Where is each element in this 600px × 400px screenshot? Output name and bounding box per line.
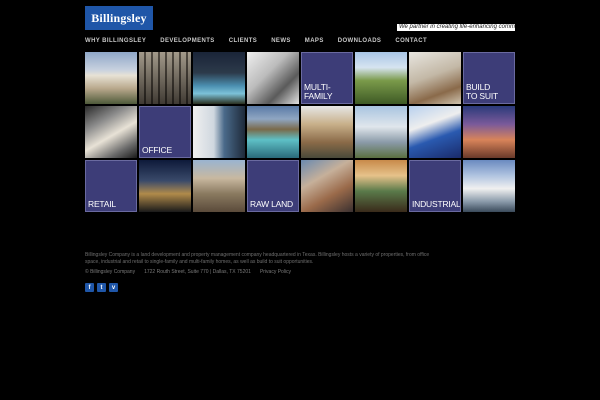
photo-tile-atrium[interactable] [355, 160, 407, 212]
photo-tile-city-night[interactable] [139, 160, 191, 212]
photo-tile-brick-building[interactable] [301, 106, 353, 158]
photo-tile-office-facade[interactable] [193, 106, 245, 158]
nav-contact[interactable]: CONTACT [395, 36, 427, 46]
photo-tile-blue-office[interactable] [409, 106, 461, 158]
photo-tile-residential-curve[interactable] [301, 160, 353, 212]
photo-tile-interior-stairs[interactable] [247, 52, 299, 104]
company-description: Billingsley Company is a land developmen… [85, 252, 430, 265]
category-label: RETAIL [88, 199, 116, 209]
photo-tile-stone-tower[interactable] [193, 160, 245, 212]
category-tile-office[interactable]: OFFICE [139, 106, 191, 158]
category-label: RAW LAND [250, 199, 293, 209]
photo-tile-highrise[interactable] [463, 160, 515, 212]
nav-maps[interactable]: MAPS [305, 36, 324, 46]
privacy-policy-link[interactable]: Privacy Policy [260, 269, 291, 275]
category-label: INDUSTRIAL [412, 199, 461, 209]
photo-tile-horse-sculpture[interactable] [463, 106, 515, 158]
tagline: We partner in creating life-enhancing co… [397, 24, 515, 31]
social-links: f t v [85, 283, 118, 292]
vimeo-icon[interactable]: v [109, 283, 118, 292]
main-nav: WHY BILLINGSLEY DEVELOPMENTS CLIENTS NEW… [85, 36, 515, 46]
photo-tile-park-trail[interactable] [355, 52, 407, 104]
nav-news[interactable]: NEWS [271, 36, 291, 46]
nav-developments[interactable]: DEVELOPMENTS [160, 36, 214, 46]
photo-tile-glass-building[interactable] [355, 106, 407, 158]
copyright: © Billingsley Company [85, 269, 136, 275]
photo-tile-lobby-columns[interactable] [139, 52, 191, 104]
footer-info: © Billingsley Company 1722 Routh Street,… [85, 269, 291, 275]
photo-tile-townhomes[interactable] [85, 52, 137, 104]
category-label: MULTI- FAMILY [304, 82, 333, 101]
category-tile-build-to-suit[interactable]: BUILD TO SUIT [463, 52, 515, 104]
property-grid: MULTI- FAMILY BUILD TO SUIT OFFICE RETAI… [85, 52, 515, 212]
category-label: OFFICE [142, 145, 172, 155]
address: 1722 Routh Street, Suite 770 | Dallas, T… [144, 269, 251, 275]
logo-text: Billingsley [91, 10, 147, 25]
twitter-icon[interactable]: t [97, 283, 106, 292]
photo-tile-pool-night[interactable] [193, 52, 245, 104]
category-tile-industrial[interactable]: INDUSTRIAL [409, 160, 461, 212]
category-tile-raw-land[interactable]: RAW LAND [247, 160, 299, 212]
facebook-icon[interactable]: f [85, 283, 94, 292]
photo-tile-modern-courtyard[interactable] [409, 52, 461, 104]
billingsley-logo[interactable]: Billingsley [85, 6, 153, 30]
photo-tile-resort-pool[interactable] [247, 106, 299, 158]
nav-downloads[interactable]: DOWNLOADS [338, 36, 382, 46]
photo-tile-skylight[interactable] [85, 106, 137, 158]
category-tile-multifamily[interactable]: MULTI- FAMILY [301, 52, 353, 104]
nav-why-billingsley[interactable]: WHY BILLINGSLEY [85, 36, 146, 46]
category-label: BUILD TO SUIT [466, 82, 498, 101]
nav-clients[interactable]: CLIENTS [229, 36, 257, 46]
category-tile-retail[interactable]: RETAIL [85, 160, 137, 212]
